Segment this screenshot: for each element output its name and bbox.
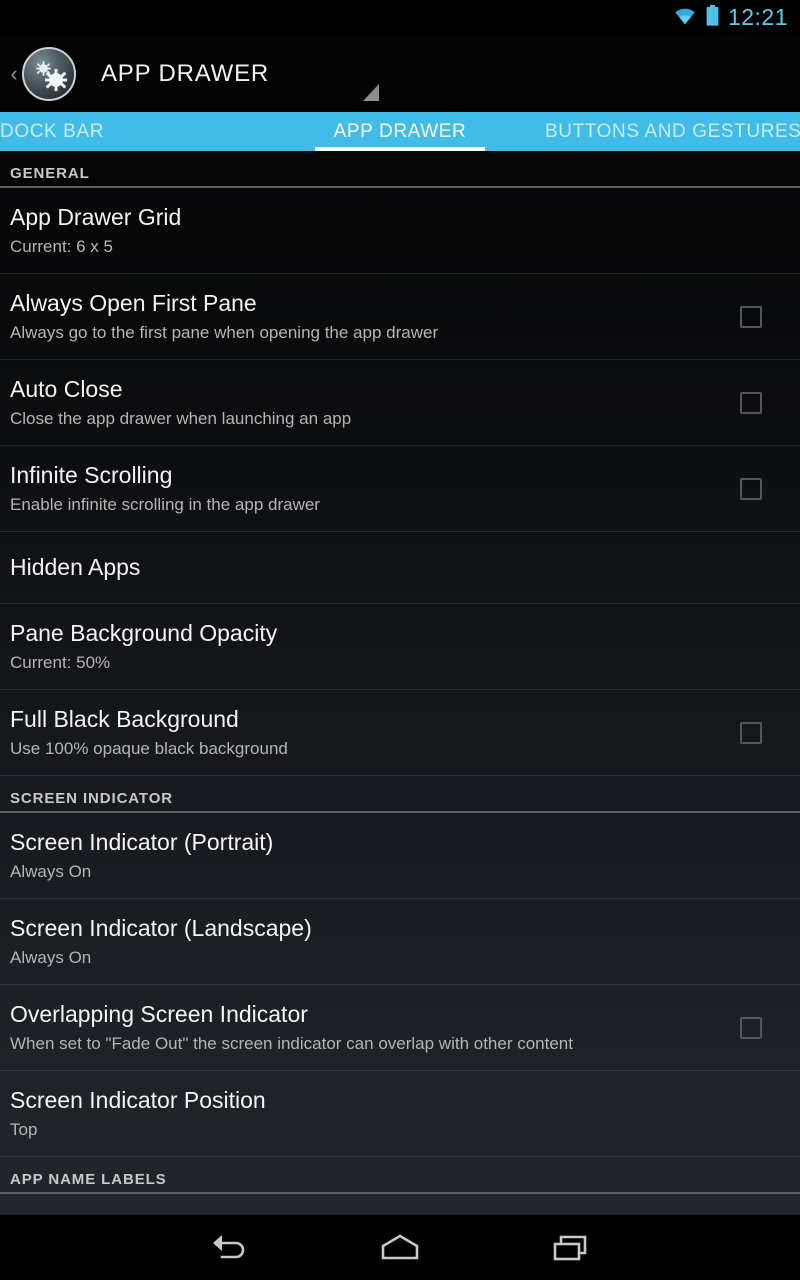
- tab-bar: DOCK BAR APP DRAWER BUTTONS AND GESTURES: [0, 112, 800, 151]
- page-title: APP DRAWER: [101, 60, 270, 87]
- settings-row[interactable]: Full Black Background Use 100% opaque bla…: [0, 690, 800, 776]
- action-bar: ‹ APP DRAWER: [0, 36, 800, 112]
- settings-row-title: Pane Background Opacity: [10, 619, 278, 646]
- settings-row[interactable]: Infinite Scrolling Enable infinite scroll…: [0, 446, 800, 532]
- settings-row-title: Hidden Apps: [10, 553, 141, 580]
- settings-row-summary: Top: [10, 1119, 38, 1139]
- settings-row-texts: Pane Background Opacity Current: 50%: [10, 607, 790, 686]
- recents-icon[interactable]: [520, 1215, 620, 1280]
- settings-row-checkbox[interactable]: [740, 1016, 762, 1039]
- settings-row-checkbox[interactable]: [740, 305, 762, 328]
- tab-app-drawer[interactable]: APP DRAWER: [315, 112, 485, 151]
- settings-row-texts: App Drawer Grid Current: 6 x 5: [10, 191, 790, 270]
- settings-row-texts: Screen Indicator (Portrait) Always On: [10, 816, 790, 895]
- settings-row-texts: Overlapping Screen Indicator When set to …: [10, 988, 740, 1067]
- settings-row-summary: Always On: [10, 947, 92, 967]
- tab-app-drawer-label: APP DRAWER: [333, 120, 467, 142]
- settings-row[interactable]: Pane Background Opacity Current: 50%: [0, 604, 800, 690]
- battery-icon: [706, 5, 719, 31]
- settings-row-checkbox[interactable]: [740, 721, 762, 744]
- settings-row-texts: Full Black Background Use 100% opaque bla…: [10, 693, 740, 772]
- settings-row-title: App Drawer Grid: [10, 203, 182, 230]
- tab-dock-bar[interactable]: DOCK BAR: [0, 112, 154, 151]
- section-header-label: APP NAME LABELS: [10, 1171, 167, 1188]
- settings-row[interactable]: Screen Indicator Position Top: [0, 1071, 800, 1157]
- settings-row-summary: Close the app drawer when launching an a…: [10, 408, 352, 428]
- tab-buttons-and-gestures-label: BUTTONS AND GESTURES: [545, 120, 800, 142]
- settings-row-title: Full Black Background: [10, 705, 239, 732]
- settings-row-texts: Screen Indicator Position Top: [10, 1074, 790, 1153]
- settings-row-title: Screen Indicator (Portrait): [10, 828, 274, 855]
- settings-list[interactable]: GENERAL App Drawer Grid Current: 6 x 5 Alwa…: [0, 151, 800, 1215]
- settings-row-checkbox[interactable]: [740, 477, 762, 500]
- settings-row-summary: Use 100% opaque black background: [10, 738, 288, 758]
- settings-row[interactable]: Auto Close Close the app drawer when laun…: [0, 360, 800, 446]
- wifi-icon: [673, 7, 697, 30]
- settings-row-texts: Hidden Apps: [10, 541, 790, 594]
- section-header-label: GENERAL: [10, 165, 90, 182]
- settings-row[interactable]: Screen Indicator (Landscape) Always On: [0, 899, 800, 985]
- home-icon[interactable]: [350, 1215, 450, 1280]
- section-divider: [0, 1192, 800, 1194]
- section-header-label: SCREEN INDICATOR: [10, 790, 174, 807]
- dropdown-caret-icon[interactable]: [363, 84, 379, 101]
- settings-row-checkbox[interactable]: [740, 391, 762, 414]
- settings-row[interactable]: Screen Indicator (Portrait) Always On: [0, 813, 800, 899]
- settings-row-title: Always Open First Pane: [10, 289, 257, 316]
- settings-row[interactable]: Hidden Apps: [0, 532, 800, 604]
- settings-row-title: Overlapping Screen Indicator: [10, 1000, 308, 1027]
- section-header: APP NAME LABELS: [0, 1157, 800, 1194]
- settings-row-texts: Infinite Scrolling Enable infinite scroll…: [10, 449, 740, 528]
- section-header: GENERAL: [0, 151, 800, 188]
- status-bar: 12:21: [0, 0, 800, 36]
- settings-row-summary: Always go to the first pane when opening…: [10, 322, 439, 342]
- settings-row-summary: Always On: [10, 861, 92, 881]
- nova-settings-gear-icon[interactable]: [22, 47, 76, 101]
- settings-row-title: Auto Close: [10, 375, 123, 402]
- back-icon[interactable]: [178, 1215, 278, 1280]
- settings-row[interactable]: Overlapping Screen Indicator When set to …: [0, 985, 800, 1071]
- section-header: SCREEN INDICATOR: [0, 776, 800, 813]
- settings-row[interactable]: Always Open First Pane Always go to the f…: [0, 274, 800, 360]
- up-caret-icon[interactable]: ‹: [4, 63, 24, 85]
- tab-buttons-and-gestures[interactable]: BUTTONS AND GESTURES: [545, 112, 800, 151]
- navigation-bar: [0, 1215, 800, 1280]
- settings-row-summary: When set to "Fade Out" the screen indica…: [10, 1033, 573, 1053]
- settings-row-texts: Auto Close Close the app drawer when laun…: [10, 363, 740, 442]
- settings-row-texts: Always Open First Pane Always go to the f…: [10, 277, 740, 356]
- android-settings-screen: 12:21 ‹ APP DRAWER DOCK BAR APP DRAWER B…: [0, 0, 800, 1280]
- settings-row-summary: Current: 6 x 5: [10, 236, 113, 256]
- settings-row[interactable]: App Drawer Grid Current: 6 x 5: [0, 188, 800, 274]
- status-bar-icons: [673, 5, 719, 31]
- settings-row-texts: Screen Indicator (Landscape) Always On: [10, 902, 790, 981]
- status-bar-clock: 12:21: [727, 3, 788, 30]
- settings-row-summary: Current: 50%: [10, 652, 111, 672]
- large-cog-icon: [45, 69, 67, 91]
- settings-row-title: Screen Indicator (Landscape): [10, 914, 312, 941]
- settings-row-title: Infinite Scrolling: [10, 461, 173, 488]
- settings-row-summary: Enable infinite scrolling in the app dra…: [10, 494, 320, 514]
- tab-dock-bar-label: DOCK BAR: [0, 120, 105, 142]
- settings-row-title: Screen Indicator Position: [10, 1086, 266, 1113]
